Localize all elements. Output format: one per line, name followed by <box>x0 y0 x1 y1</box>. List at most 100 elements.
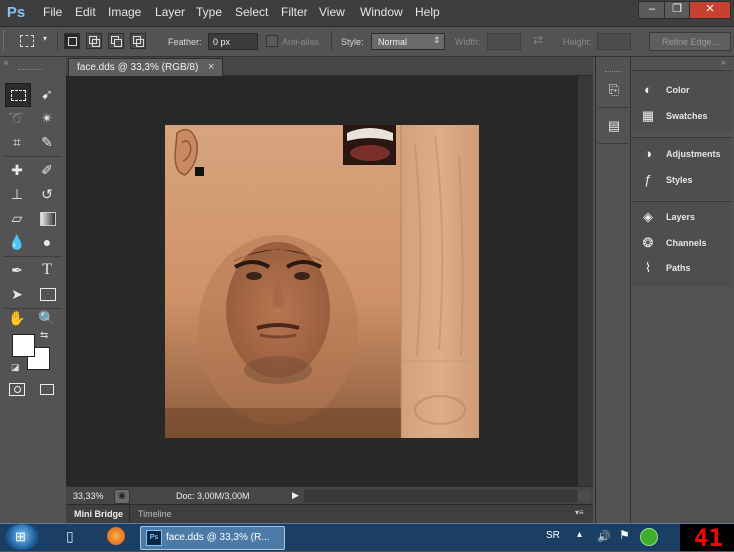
panel-styles[interactable]: ƒ Styles <box>638 170 730 190</box>
eraser-tool[interactable]: ▱ <box>5 207 29 229</box>
file-explorer-icon[interactable]: ▯ <box>66 528 82 546</box>
menu-type[interactable]: Type <box>196 5 222 19</box>
panel-color[interactable]: ◐ Color <box>638 80 730 100</box>
network-icon[interactable]: ⚑ <box>619 528 633 544</box>
panel-paths[interactable]: ⌇ Paths <box>638 258 730 278</box>
tab-mini-bridge[interactable]: Mini Bridge <box>74 509 123 519</box>
hand-tool[interactable]: ✋ <box>5 307 29 329</box>
taskbar-photoshop-window[interactable]: Ps face.dds @ 33,3% (R... <box>140 526 285 550</box>
feather-label: Feather: <box>168 37 202 47</box>
clone-stamp-tool[interactable]: ⊥ <box>5 183 29 205</box>
feather-input[interactable]: 0 px <box>208 33 258 50</box>
default-colors-icon[interactable]: ◪ <box>11 362 20 373</box>
tab-close-icon[interactable]: × <box>208 61 214 73</box>
blur-tool[interactable]: 💧 <box>5 231 29 253</box>
rectangle-tool[interactable] <box>35 283 59 305</box>
panel-adjustments[interactable]: ◑ Adjustments <box>638 144 730 164</box>
rectangular-marquee-tool[interactable] <box>5 83 31 107</box>
path-selection-tool[interactable]: ➤ <box>5 283 29 305</box>
menu-window[interactable]: Window <box>360 5 403 19</box>
menu-filter[interactable]: Filter <box>281 5 308 19</box>
zoom-tool[interactable]: 🔍 <box>35 307 59 329</box>
rectangle-icon <box>40 288 56 301</box>
firefox-icon[interactable] <box>107 527 125 545</box>
history-brush-tool[interactable]: ↺ <box>35 183 59 205</box>
swap-colors-icon[interactable]: ⇆ <box>40 330 48 341</box>
panel-channels[interactable]: ❂ Channels <box>638 233 730 253</box>
menu-help[interactable]: Help <box>415 5 440 19</box>
add-to-selection-button[interactable] <box>86 33 102 49</box>
height-input[interactable] <box>597 33 631 50</box>
style-select[interactable]: Normal ⇕ <box>371 33 445 50</box>
gradient-tool[interactable] <box>35 207 59 229</box>
counter-value: 41 <box>694 524 723 552</box>
style-select-value: Normal <box>378 37 408 47</box>
vertical-scrollbar[interactable] <box>578 76 593 486</box>
menu-layer[interactable]: Layer <box>155 5 185 19</box>
dock-grip <box>605 71 621 74</box>
add-selection-icon-b <box>92 39 100 47</box>
history-panel-button[interactable]: ⎘ <box>603 79 625 101</box>
restore-button[interactable]: ❐ <box>664 1 690 19</box>
quick-mask-icon-circle <box>14 386 21 393</box>
lasso-tool[interactable]: ➰ <box>5 107 29 129</box>
crop-tool[interactable]: ⌗ <box>5 131 29 153</box>
screen-mode-icon <box>40 384 54 395</box>
panel-menu-icon[interactable]: ▾≡ <box>575 508 584 517</box>
tool-preset-picker[interactable]: ▾ <box>16 32 52 50</box>
antialias-checkbox[interactable] <box>266 35 278 47</box>
menu-select[interactable]: Select <box>235 5 268 19</box>
start-button[interactable]: ⊞ <box>5 524 39 550</box>
new-selection-button[interactable] <box>64 33 80 49</box>
quick-mask-button[interactable] <box>5 378 29 400</box>
panel-label: Swatches <box>666 111 708 121</box>
channels-icon: ❂ <box>642 235 654 250</box>
dodge-tool[interactable]: ● <box>35 231 59 253</box>
menu-file[interactable]: File <box>43 5 62 19</box>
minimize-button[interactable]: – <box>638 1 666 19</box>
new-selection-icon <box>68 37 77 46</box>
menu-image[interactable]: Image <box>108 5 141 19</box>
eyedropper-tool[interactable]: ✎ <box>35 131 59 153</box>
tab-title: face.dds @ 33,3% (RGB/8) <box>77 62 199 73</box>
panel-layers[interactable]: ◈ Layers <box>638 207 730 227</box>
subtract-from-selection-button[interactable] <box>108 33 124 49</box>
zoom-level[interactable]: 33,33% <box>73 491 104 501</box>
intersect-selection-icon-b <box>136 39 144 47</box>
panel-swatches[interactable]: ▦ Swatches <box>638 106 730 126</box>
intersect-selection-button[interactable] <box>130 33 146 49</box>
menu-edit[interactable]: Edit <box>75 5 96 19</box>
pen-tool[interactable]: ✒ <box>5 259 29 281</box>
tray-app-icon[interactable] <box>640 528 658 546</box>
tab-timeline[interactable]: Timeline <box>138 509 172 519</box>
width-input[interactable] <box>487 33 521 50</box>
menu-view[interactable]: View <box>319 5 345 19</box>
refine-edge-button[interactable]: Refine Edge... <box>649 32 731 51</box>
zoom-preview-button[interactable]: ◉ <box>114 489 130 504</box>
close-button[interactable]: ✕ <box>689 1 731 19</box>
spot-healing-tool[interactable]: ✚ <box>5 159 29 181</box>
dodge-icon: ● <box>42 234 52 250</box>
brush-tool[interactable]: ✐ <box>35 159 59 181</box>
collapse-icon[interactable]: « <box>4 58 8 67</box>
language-indicator[interactable]: SR <box>546 530 560 541</box>
face-texture-image[interactable] <box>165 125 479 438</box>
toolbox: « ➹ ➰ ✴ ⌗ ✎ ✚ ✐ ⊥ ↺ ▱ 💧 ● ✒ T ➤ ✋ 🔍 ⇆ ◪ <box>0 57 67 523</box>
tab-face-dds[interactable]: face.dds @ 33,3% (RGB/8) × <box>68 58 223 77</box>
tray-expand-icon[interactable]: ▴ <box>577 529 582 540</box>
foreground-color-swatch[interactable] <box>12 334 35 357</box>
screen-mode-button[interactable] <box>35 378 59 400</box>
doc-size-info: Doc: 3,00M/3,00M <box>176 491 250 501</box>
swap-dimensions-icon[interactable]: ⇄ <box>533 33 543 47</box>
horizontal-scrollbar[interactable] <box>304 490 577 502</box>
magic-wand-tool[interactable]: ✴ <box>35 107 59 129</box>
type-tool[interactable]: T <box>35 259 59 281</box>
collapsed-panel-dock: ⎘ ▤ <box>595 57 631 523</box>
volume-icon[interactable]: 🔊 <box>597 530 611 543</box>
expand-icon[interactable]: » <box>721 58 725 67</box>
move-tool[interactable]: ➹ <box>35 83 59 105</box>
properties-panel-button[interactable]: ▤ <box>603 115 625 137</box>
color-icon: ◐ <box>644 82 652 97</box>
bandage-icon: ✚ <box>11 162 23 178</box>
status-menu-arrow-icon[interactable]: ▶ <box>292 490 299 501</box>
